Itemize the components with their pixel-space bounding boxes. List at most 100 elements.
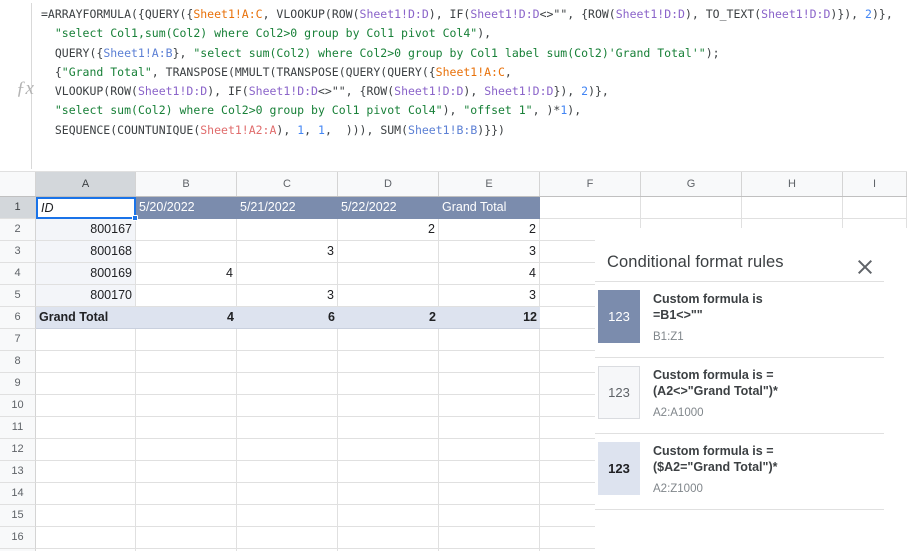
cell-C11[interactable]	[237, 417, 338, 439]
cell-D13[interactable]	[338, 461, 439, 483]
row-header-3[interactable]: 3	[0, 241, 36, 263]
cell-A5[interactable]: 800170	[36, 285, 136, 307]
cell-D11[interactable]	[338, 417, 439, 439]
cell-B14[interactable]	[136, 483, 237, 505]
rule-item[interactable]: 123 Custom formula is =B1<>"" B1:Z1	[595, 282, 884, 357]
cell-D6[interactable]: 2	[338, 307, 439, 329]
cell-C10[interactable]	[237, 395, 338, 417]
cell-C3[interactable]: 3	[237, 241, 338, 263]
cell-A11[interactable]	[36, 417, 136, 439]
cell-E5[interactable]: 3	[439, 285, 540, 307]
cell-D4[interactable]	[338, 263, 439, 285]
cell-B4[interactable]: 4	[136, 263, 237, 285]
cell-C7[interactable]	[237, 329, 338, 351]
cell-I1[interactable]	[843, 197, 907, 219]
cell-F1[interactable]	[540, 197, 641, 219]
row-header-6[interactable]: 6	[0, 307, 36, 329]
cell-D8[interactable]	[338, 351, 439, 373]
cell-B5[interactable]	[136, 285, 237, 307]
cell-C6[interactable]: 6	[237, 307, 338, 329]
row-header-12[interactable]: 12	[0, 439, 36, 461]
selection-fill-handle[interactable]	[132, 215, 138, 221]
row-header-7[interactable]: 7	[0, 329, 36, 351]
cell-E9[interactable]	[439, 373, 540, 395]
select-all-corner[interactable]	[0, 172, 36, 196]
column-header-G[interactable]: G	[641, 172, 742, 196]
cell-C15[interactable]	[237, 505, 338, 527]
header-cell-B1[interactable]: 5/20/2022	[136, 197, 237, 219]
formula-input[interactable]: =ARRAYFORMULA({QUERY({Sheet1!A:C, VLOOKU…	[41, 5, 907, 140]
cell-B13[interactable]	[136, 461, 237, 483]
cell-E10[interactable]	[439, 395, 540, 417]
cell-A3[interactable]: 800168	[36, 241, 136, 263]
row-header-8[interactable]: 8	[0, 351, 36, 373]
cell-A9[interactable]	[36, 373, 136, 395]
cell-E6[interactable]: 12	[439, 307, 540, 329]
cell-B12[interactable]	[136, 439, 237, 461]
row-header-2[interactable]: 2	[0, 219, 36, 241]
cell-E11[interactable]	[439, 417, 540, 439]
cell-D16[interactable]	[338, 527, 439, 549]
cell-D2[interactable]: 2	[338, 219, 439, 241]
rule-item[interactable]: 123 Custom formula is = ($A2="Grand Total"…	[595, 434, 884, 509]
row-header-14[interactable]: 14	[0, 483, 36, 505]
cell-C12[interactable]	[237, 439, 338, 461]
rule-item[interactable]: 123 Custom formula is = (A2<>"Grand Total"…	[595, 358, 884, 433]
column-header-B[interactable]: B	[136, 172, 237, 196]
cell-B10[interactable]	[136, 395, 237, 417]
cell-A4[interactable]: 800169	[36, 263, 136, 285]
cell-A16[interactable]	[36, 527, 136, 549]
cell-B2[interactable]	[136, 219, 237, 241]
column-header-A[interactable]: A	[36, 172, 136, 196]
cell-D9[interactable]	[338, 373, 439, 395]
row-header-5[interactable]: 5	[0, 285, 36, 307]
close-icon[interactable]	[853, 255, 877, 279]
cell-B16[interactable]	[136, 527, 237, 549]
formula-bar[interactable]: ƒx =ARRAYFORMULA({QUERY({Sheet1!A:C, VLO…	[0, 0, 907, 172]
row-header-10[interactable]: 10	[0, 395, 36, 417]
cell-C13[interactable]	[237, 461, 338, 483]
cell-E13[interactable]	[439, 461, 540, 483]
cell-A2[interactable]: 800167	[36, 219, 136, 241]
row-header-15[interactable]: 15	[0, 505, 36, 527]
cell-D14[interactable]	[338, 483, 439, 505]
header-cell-C1[interactable]: 5/21/2022	[237, 197, 338, 219]
cell-H1[interactable]	[742, 197, 843, 219]
cell-E2[interactable]: 2	[439, 219, 540, 241]
cell-B6[interactable]: 4	[136, 307, 237, 329]
cell-C16[interactable]	[237, 527, 338, 549]
column-header-I[interactable]: I	[843, 172, 907, 196]
cell-E4[interactable]: 4	[439, 263, 540, 285]
cell-C8[interactable]	[237, 351, 338, 373]
cell-A13[interactable]	[36, 461, 136, 483]
cell-B11[interactable]	[136, 417, 237, 439]
cell-E7[interactable]	[439, 329, 540, 351]
cell-G1[interactable]	[641, 197, 742, 219]
column-header-C[interactable]: C	[237, 172, 338, 196]
column-header-F[interactable]: F	[540, 172, 641, 196]
cell-C14[interactable]	[237, 483, 338, 505]
cell-C9[interactable]	[237, 373, 338, 395]
cell-A10[interactable]	[36, 395, 136, 417]
cell-C5[interactable]: 3	[237, 285, 338, 307]
cell-D12[interactable]	[338, 439, 439, 461]
cell-D3[interactable]	[338, 241, 439, 263]
cell-C2[interactable]	[237, 219, 338, 241]
row-header-13[interactable]: 13	[0, 461, 36, 483]
cell-E14[interactable]	[439, 483, 540, 505]
cell-A14[interactable]	[36, 483, 136, 505]
header-cell-E1[interactable]: Grand Total	[439, 197, 540, 219]
cell-E12[interactable]	[439, 439, 540, 461]
cell-B8[interactable]	[136, 351, 237, 373]
cell-A1-selected[interactable]: ID	[36, 197, 136, 219]
column-header-D[interactable]: D	[338, 172, 439, 196]
row-header-4[interactable]: 4	[0, 263, 36, 285]
cell-D5[interactable]	[338, 285, 439, 307]
cell-A8[interactable]	[36, 351, 136, 373]
row-header-1[interactable]: 1	[0, 197, 36, 219]
cell-E8[interactable]	[439, 351, 540, 373]
cell-A6[interactable]: Grand Total	[36, 307, 136, 329]
cell-A15[interactable]	[36, 505, 136, 527]
cell-A12[interactable]	[36, 439, 136, 461]
row-header-16[interactable]: 16	[0, 527, 36, 549]
